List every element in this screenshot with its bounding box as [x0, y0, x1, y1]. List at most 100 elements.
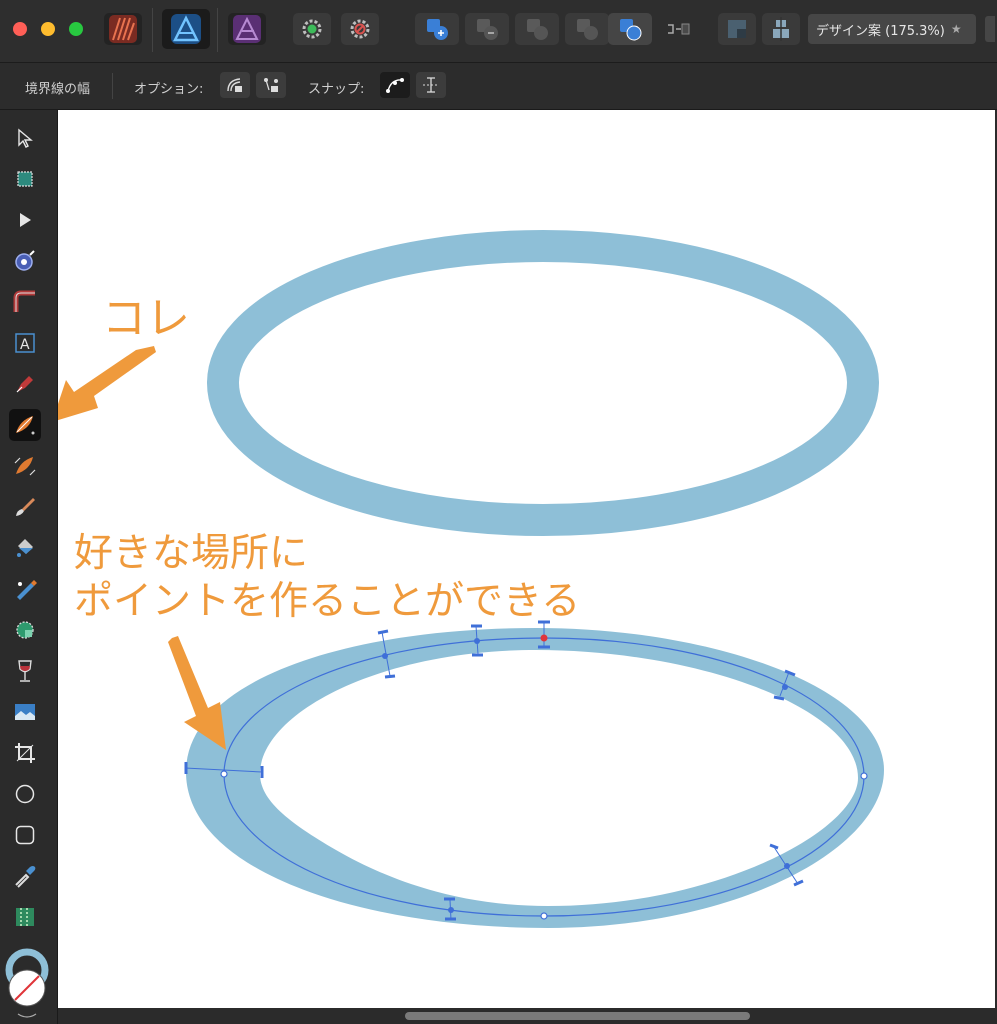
boolean-subtract-button[interactable]	[465, 13, 509, 45]
color-picker-tool-button[interactable]	[9, 860, 41, 892]
width-pen-tool-button[interactable]	[9, 409, 41, 441]
minimize-window-button[interactable]	[41, 22, 55, 36]
annotation-caption-line2: ポイントを作ることができる	[74, 579, 581, 624]
snap-label: スナップ:	[308, 82, 365, 97]
horizontal-scrollbar-thumb[interactable]	[405, 1012, 750, 1020]
gradient-tool-button[interactable]	[9, 901, 41, 933]
photo-persona-button[interactable]	[228, 13, 266, 45]
width-feather-icon	[14, 457, 36, 476]
pressure-option-button[interactable]	[220, 72, 250, 98]
toolbar-separator	[152, 8, 153, 52]
pencil-tool-button[interactable]	[9, 491, 41, 523]
image-icon	[15, 704, 35, 720]
document-canvas[interactable]: コレ 好きな場所に ポイントを作ることができる	[58, 110, 995, 1008]
snapping-settings-button[interactable]	[293, 13, 331, 45]
align-icon	[773, 17, 789, 41]
snap-to-curve-button[interactable]	[380, 72, 410, 98]
pen-tool-button[interactable]	[9, 368, 41, 400]
corner-tool-button[interactable]	[9, 286, 41, 318]
gear-icon	[302, 19, 322, 39]
node-lock-icon	[264, 78, 278, 92]
node-tool-button[interactable]	[9, 204, 41, 236]
gradient-bars-icon	[16, 908, 34, 926]
gear-slash-icon	[350, 19, 370, 39]
fill-tool-button[interactable]	[9, 532, 41, 564]
crop-icon	[15, 743, 35, 763]
width-pen-icon	[16, 416, 35, 435]
point-transform-icon	[15, 250, 35, 271]
arrange-icon	[728, 20, 746, 38]
snap-to-width-button[interactable]	[416, 72, 446, 98]
snap-width-icon	[423, 77, 439, 93]
boolean-add-button[interactable]	[415, 13, 459, 45]
annotation-kore-label: コレ	[102, 293, 190, 344]
tools-panel: A	[0, 110, 58, 1024]
document-modified-star: ★	[950, 22, 962, 36]
wine-glass-icon	[18, 660, 32, 682]
artboard-tool-button[interactable]	[9, 163, 41, 195]
fill-stroke-well[interactable]	[4, 944, 50, 1020]
svg-text:A: A	[20, 337, 30, 353]
node-arrow-icon	[20, 213, 31, 227]
text-frame-icon: A	[15, 333, 35, 353]
document-tab[interactable]: デザイン案 (175.3%) ★	[808, 14, 976, 44]
force-pixel-settings-button[interactable]	[341, 13, 379, 45]
boolean-xor-icon	[577, 19, 598, 40]
designer-persona-button[interactable]	[104, 13, 142, 45]
affinity-photo-icon	[233, 15, 261, 43]
corner-icon	[13, 290, 35, 312]
align-button[interactable]	[762, 13, 800, 45]
snap-curve-icon	[386, 78, 404, 93]
boolean-intersect-icon	[527, 19, 548, 40]
point-transform-tool-button[interactable]	[9, 245, 41, 277]
affinity-designer-icon	[171, 14, 201, 44]
transparency-tool-button[interactable]	[9, 573, 41, 605]
rounded-rect-icon	[15, 825, 35, 845]
context-toolbar: 境界線の幅 オプション: スナップ:	[0, 63, 997, 110]
annotation-caption-line1: 好きな場所に	[74, 531, 309, 576]
designer-active-persona-button[interactable]	[162, 9, 210, 49]
curve-lock-option-button[interactable]	[256, 72, 286, 98]
artistic-text-tool-button[interactable]: A	[9, 327, 41, 359]
boolean-xor-button[interactable]	[565, 13, 609, 45]
options-label: オプション:	[134, 82, 204, 97]
rounded-rectangle-tool-button[interactable]	[9, 819, 41, 851]
stroke-width-label[interactable]: 境界線の幅	[25, 78, 90, 97]
boolean-subtract-icon	[477, 19, 498, 40]
designer-persona-icon	[109, 15, 137, 43]
move-tool-button[interactable]	[9, 122, 41, 154]
toolbar-separator	[217, 8, 218, 52]
eyedropper-icon	[15, 866, 36, 888]
arrange-button[interactable]	[718, 13, 756, 45]
artboard-icon	[17, 171, 33, 187]
ellipse-icon	[15, 784, 35, 804]
place-image-tool-button[interactable]	[9, 696, 41, 728]
move-arrow-icon	[18, 128, 33, 148]
boolean-divide-icon	[620, 19, 642, 41]
variable-width-ellipse[interactable]	[184, 620, 884, 928]
selected-node[interactable]	[540, 634, 548, 642]
pen-nib-icon	[16, 376, 33, 393]
uniform-stroke-ellipse[interactable]	[207, 230, 879, 536]
ellipse-tool-button[interactable]	[9, 778, 41, 810]
zoom-window-button[interactable]	[69, 22, 83, 36]
boolean-intersect-button[interactable]	[515, 13, 559, 45]
compound-button[interactable]	[660, 13, 696, 45]
curve-nodes[interactable]	[382, 638, 790, 913]
overflow-tab[interactable]	[985, 16, 995, 42]
context-separator	[112, 73, 113, 99]
paint-bucket-icon	[17, 539, 33, 557]
compound-icon	[668, 23, 690, 35]
close-window-button[interactable]	[13, 22, 27, 36]
vector-crop-tool-button[interactable]	[9, 655, 41, 687]
crop-tool-button[interactable]	[9, 737, 41, 769]
brush-icon	[16, 498, 35, 516]
shape-builder-icon	[16, 621, 34, 639]
gradient-pencil-icon	[17, 580, 37, 600]
boolean-add-icon	[427, 19, 448, 40]
width-tool-button[interactable]	[9, 450, 41, 482]
pressure-lock-icon	[227, 78, 242, 92]
shape-builder-tool-button[interactable]	[9, 614, 41, 646]
document-tab-title: デザイン案 (175.3%)	[816, 23, 945, 39]
boolean-divide-button[interactable]	[608, 13, 652, 45]
